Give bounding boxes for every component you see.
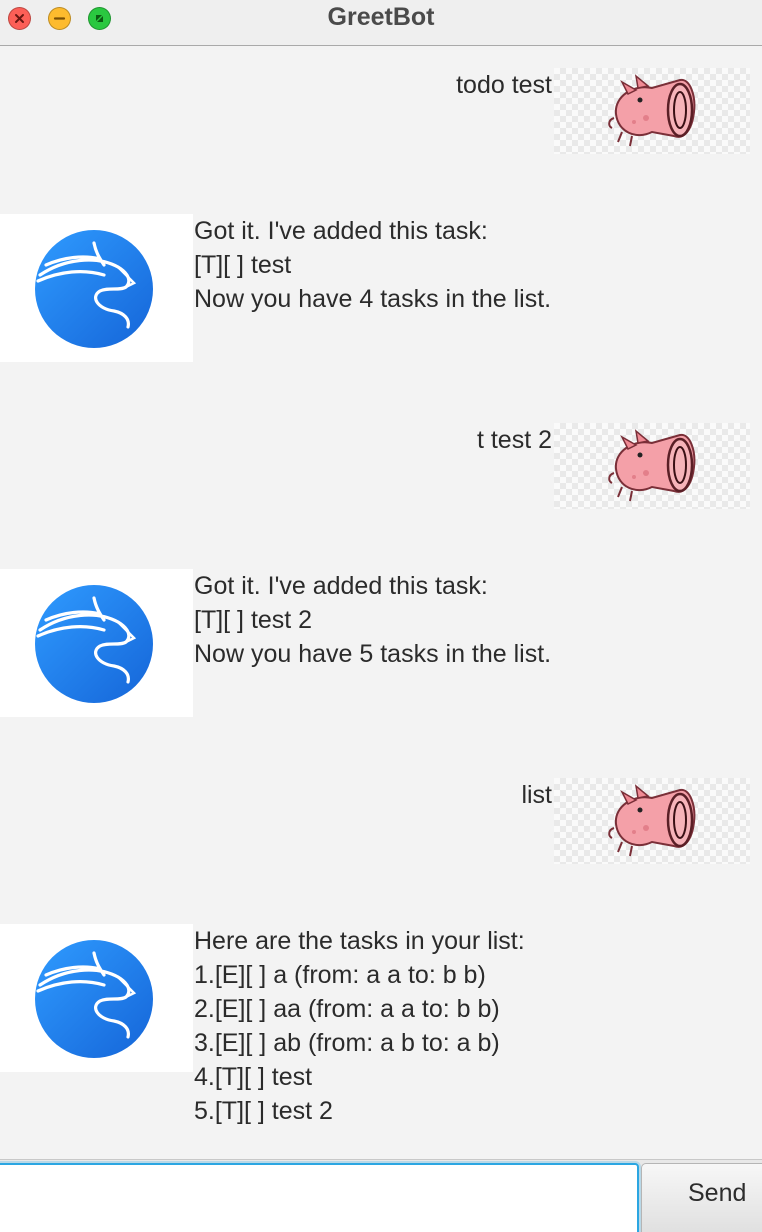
bot-avatar <box>0 214 193 362</box>
dialog-container[interactable]: todo test Got it. I've added this task: … <box>0 47 762 1159</box>
pig-icon <box>608 74 696 147</box>
user-message-text: list <box>521 781 552 809</box>
dragon-logo-icon <box>35 230 153 348</box>
bot-message: Got it. I've added this task: [T][ ] tes… <box>0 214 762 362</box>
input-bar: Send <box>0 1159 762 1232</box>
user-message-text: t test 2 <box>476 426 552 454</box>
bot-message-text: Got it. I've added this task: [T][ ] tes… <box>194 217 552 313</box>
bot-message-text: Got it. I've added this task: [T][ ] tes… <box>194 572 552 668</box>
pig-icon <box>608 784 696 857</box>
pig-icon <box>608 429 696 502</box>
user-message: t test 2 <box>0 423 762 513</box>
bot-avatar <box>0 924 193 1072</box>
user-avatar <box>554 68 750 154</box>
bot-message: Got it. I've added this task: [T][ ] tes… <box>0 569 762 717</box>
message-input[interactable] <box>0 1163 639 1232</box>
user-message-text: todo test <box>456 71 552 99</box>
send-button[interactable]: Send <box>641 1163 762 1232</box>
window-title: GreetBot <box>327 3 435 31</box>
dragon-logo-icon <box>35 940 153 1058</box>
user-message: todo test <box>0 68 762 158</box>
bot-message: Here are the tasks in your list: 1.[E][ … <box>0 924 762 1136</box>
dragon-logo-icon <box>35 585 153 703</box>
bot-message-text: Here are the tasks in your list: 1.[E][ … <box>194 927 525 1125</box>
user-avatar <box>554 778 750 864</box>
user-message: list <box>0 778 762 868</box>
title-bar: GreetBot <box>0 0 762 46</box>
user-avatar <box>554 423 750 509</box>
bot-avatar <box>0 569 193 717</box>
